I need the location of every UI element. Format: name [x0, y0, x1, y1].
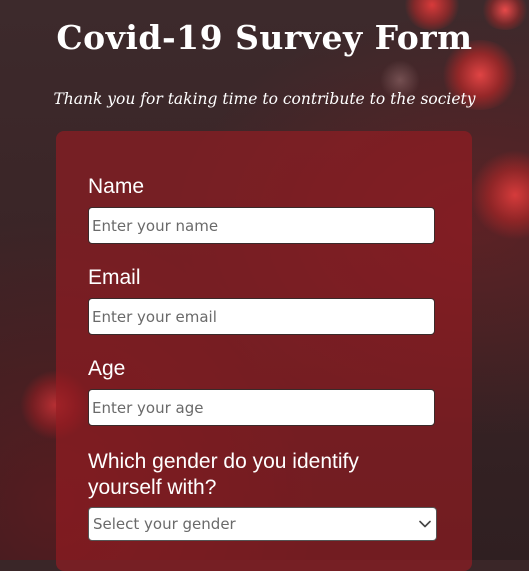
- gender-label-line2: yourself with?: [88, 476, 217, 499]
- gender-label: Which gender do you identify yourself wi…: [88, 449, 359, 501]
- age-input[interactable]: [88, 389, 435, 426]
- age-label: Age: [88, 357, 126, 380]
- page-subtitle: Thank you for taking time to contribute …: [53, 90, 476, 108]
- gender-label-line1: Which gender do you identify: [88, 450, 359, 473]
- chevron-down-icon: [418, 517, 432, 531]
- virus-blob: [470, 150, 529, 240]
- page-title: Covid-19 Survey Form: [56, 18, 473, 57]
- gender-select[interactable]: Select your gender: [88, 507, 437, 541]
- gender-select-value: Select your gender: [93, 515, 236, 533]
- name-label: Name: [88, 175, 145, 198]
- email-input[interactable]: [88, 298, 435, 335]
- email-label: Email: [88, 266, 141, 289]
- name-input[interactable]: [88, 207, 435, 244]
